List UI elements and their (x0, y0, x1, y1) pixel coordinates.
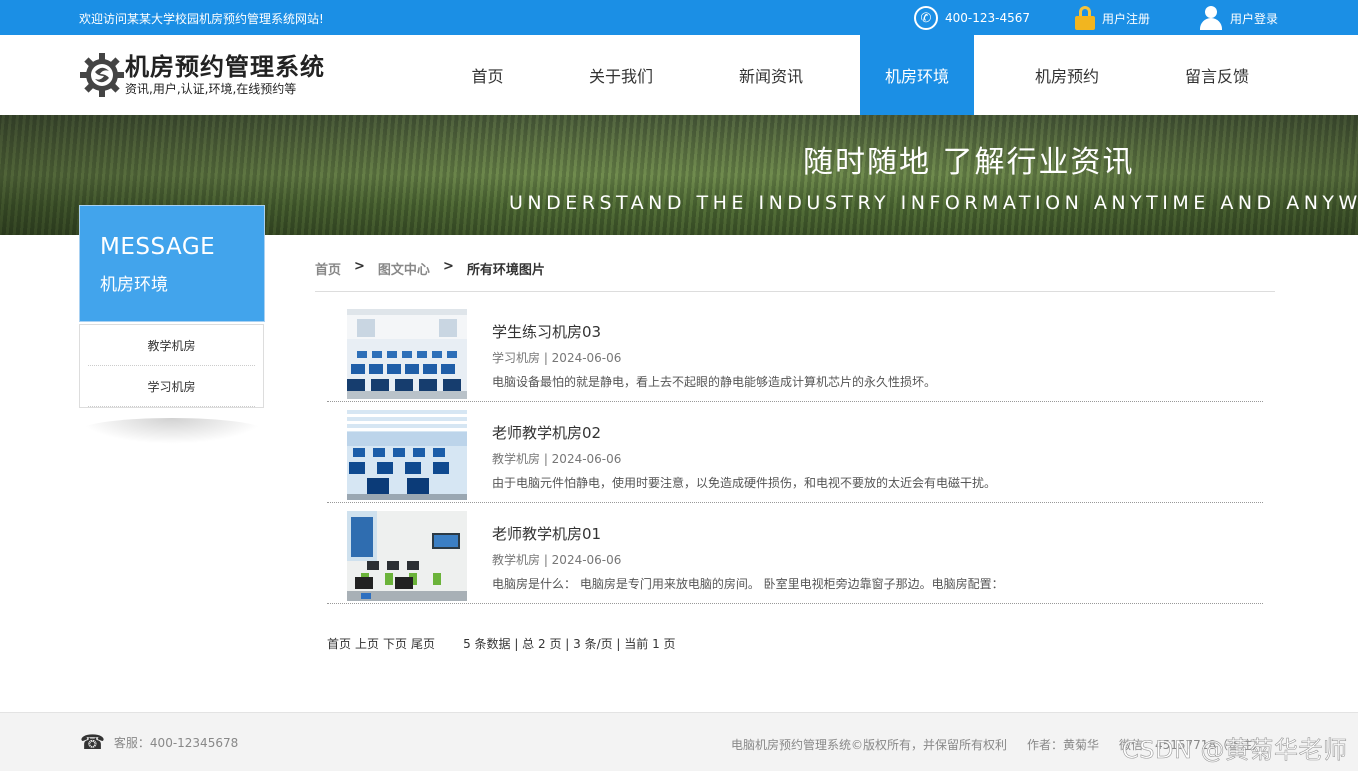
item-title[interactable]: 老师教学机房01 (492, 523, 601, 544)
article-list: 学生练习机房03 学习机房 | 2024-06-06 电脑设备最怕的就是静电，看… (327, 301, 1263, 604)
list-item: 老师教学机房01 教学机房 | 2024-06-06 电脑房是什么： 电脑房是专… (327, 503, 1263, 604)
item-meta: 学习机房 | 2024-06-06 (492, 349, 621, 366)
footer-author: 作者：黄菊华 (1027, 736, 1099, 753)
footer-copyright: 电脑机房预约管理系统©版权所有，并保留所有权利 (731, 736, 1007, 753)
breadcrumb: 首页 > 图文中心 > 所有环境图片 (315, 259, 545, 278)
breadcrumb-separator: > (443, 259, 454, 278)
telephone-icon: ☎ (80, 733, 105, 751)
main-nav: 首页 关于我们 新闻资讯 机房环境 机房预约 留言反馈 (415, 35, 1274, 115)
pager-first[interactable]: 首页 (327, 635, 351, 652)
welcome-text: 欢迎访问某某大学校园机房预约管理系统网站! (79, 10, 324, 27)
sidebar-item-study-room[interactable]: 学习机房 (88, 366, 255, 407)
watermark: CSDN @黄菊华老师 (1122, 730, 1348, 765)
sidebar-title-cn: 机房环境 (100, 270, 264, 295)
pager-next[interactable]: 下页 (383, 635, 407, 652)
register-label: 用户注册 (1102, 10, 1150, 27)
top-bar: 欢迎访问某某大学校园机房预约管理系统网站! ✆ 400-123-4567 用户注… (0, 0, 1358, 35)
sidebar-title-en: MESSAGE (100, 234, 264, 260)
site-name: 机房预约管理系统 (125, 53, 325, 81)
nav-item-news[interactable]: 新闻资讯 (682, 35, 860, 115)
nav-item-environment[interactable]: 机房环境 (860, 35, 974, 115)
gear-logo-icon (79, 52, 125, 98)
pager-last[interactable]: 尾页 (411, 635, 435, 652)
nav-item-home[interactable]: 首页 (415, 35, 560, 115)
login-link[interactable]: 用户登录 (1199, 6, 1278, 30)
sidebar-item-teaching-room[interactable]: 教学机房 (88, 325, 255, 366)
login-label: 用户登录 (1230, 10, 1278, 27)
item-description: 电脑设备最怕的就是静电，看上去不起眼的静电能够造成计算机芯片的永久性损坏。 (492, 373, 936, 390)
item-meta: 教学机房 | 2024-06-06 (492, 551, 621, 568)
hotline-number: 400-123-4567 (945, 11, 1030, 25)
item-title[interactable]: 老师教学机房02 (492, 422, 601, 443)
hotline: ✆ 400-123-4567 (914, 6, 1030, 30)
divider (315, 291, 1275, 292)
list-item: 学生练习机房03 学习机房 | 2024-06-06 电脑设备最怕的就是静电，看… (327, 301, 1263, 402)
user-icon (1199, 6, 1223, 30)
room-photo[interactable] (347, 511, 467, 601)
pager-info: 5 条数据 | 总 2 页 | 3 条/页 | 当前 1 页 (463, 635, 676, 652)
header: 机房预约管理系统 资讯,用户,认证,环境,在线预约等 首页 关于我们 新闻资讯 … (0, 35, 1358, 115)
footer-service: ☎ 客服：400-12345678 (80, 733, 238, 751)
sidebar-list: 教学机房 学习机房 (79, 324, 264, 408)
footer-service-text: 客服：400-12345678 (114, 734, 238, 751)
breadcrumb-current: 所有环境图片 (467, 259, 545, 278)
sidebar-header: MESSAGE 机房环境 (79, 205, 265, 322)
site-logo[interactable]: 机房预约管理系统 资讯,用户,认证,环境,在线预约等 (79, 52, 325, 98)
room-photo[interactable] (347, 410, 467, 500)
lock-icon (1075, 6, 1095, 30)
item-description: 电脑房是什么： 电脑房是专门用来放电脑的房间。 卧室里电视柜旁边靠窗子那边。电脑… (492, 575, 1004, 592)
breadcrumb-separator: > (354, 259, 365, 278)
nav-item-booking[interactable]: 机房预约 (974, 35, 1160, 115)
sidebar-shadow (79, 418, 265, 444)
pager-prev[interactable]: 上页 (355, 635, 379, 652)
breadcrumb-section[interactable]: 图文中心 (378, 259, 430, 278)
register-link[interactable]: 用户注册 (1075, 6, 1150, 30)
site-slogan: 资讯,用户,认证,环境,在线预约等 (125, 81, 325, 97)
list-item: 老师教学机房02 教学机房 | 2024-06-06 由于电脑元件怕静电，使用时… (327, 402, 1263, 503)
room-photo[interactable] (347, 309, 467, 399)
sidebar: MESSAGE 机房环境 教学机房 学习机房 (79, 205, 265, 444)
banner-subtitle: UNDERSTAND THE INDUSTRY INFORMATION ANYT… (509, 192, 1358, 214)
nav-item-feedback[interactable]: 留言反馈 (1160, 35, 1274, 115)
item-title[interactable]: 学生练习机房03 (492, 321, 601, 342)
item-meta: 教学机房 | 2024-06-06 (492, 450, 621, 467)
banner-title: 随时随地 了解行业资讯 (803, 137, 1135, 181)
pagination: 首页 上页 下页 尾页 5 条数据 | 总 2 页 | 3 条/页 | 当前 1… (327, 635, 676, 652)
item-description: 由于电脑元件怕静电，使用时要注意，以免造成硬件损伤，和电视不要放的太近会有电磁干… (492, 474, 996, 491)
phone-icon: ✆ (914, 6, 938, 30)
breadcrumb-home[interactable]: 首页 (315, 259, 341, 278)
nav-item-about[interactable]: 关于我们 (560, 35, 682, 115)
